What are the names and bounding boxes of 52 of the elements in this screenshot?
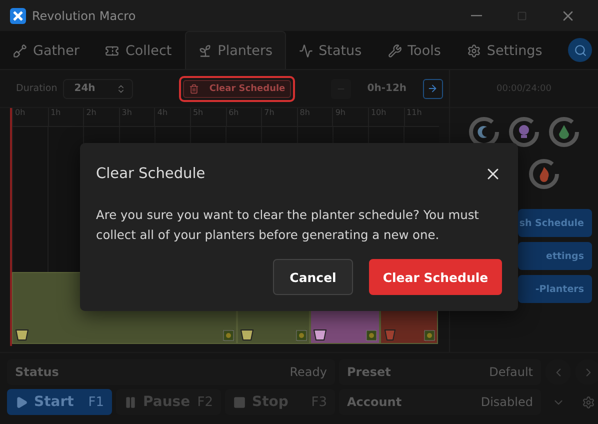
planter-icon bbox=[313, 327, 327, 341]
trash-icon bbox=[189, 84, 200, 94]
range-label: 0h-12h bbox=[367, 83, 407, 94]
dialog-message: Are you sure you want to clear the planter schedule? You must collect all of your planters before generating a new one. bbox=[96, 207, 480, 244]
sprout-icon bbox=[198, 44, 212, 58]
field-icon bbox=[223, 330, 234, 341]
confirm-button[interactable]: Clear Schedule bbox=[369, 259, 502, 295]
tab[interactable]: Collect bbox=[92, 31, 185, 69]
planter-icon bbox=[383, 327, 397, 341]
tab[interactable]: Status bbox=[286, 31, 375, 69]
pause-icon bbox=[124, 396, 137, 408]
side-button[interactable]: ettings bbox=[518, 242, 592, 270]
clear-schedule-button[interactable]: Clear Schedule bbox=[179, 76, 296, 102]
search-button[interactable] bbox=[568, 38, 592, 62]
up-down-icon bbox=[116, 84, 126, 94]
planter-icon bbox=[15, 327, 29, 341]
preset-label: Preset bbox=[347, 365, 391, 379]
tab[interactable]: Tools bbox=[374, 31, 454, 69]
window-title: Revolution Macro bbox=[32, 8, 137, 22]
status-label: Status bbox=[15, 365, 59, 379]
play-icon bbox=[15, 396, 28, 408]
ticket-icon bbox=[105, 44, 120, 58]
field-icon bbox=[296, 330, 307, 341]
square-icon bbox=[517, 10, 527, 20]
side-button[interactable]: -Planters bbox=[518, 275, 592, 303]
settings-icon bbox=[466, 44, 481, 58]
account-value: Disabled bbox=[480, 395, 533, 409]
preset-value: Default bbox=[489, 365, 533, 379]
app-logo bbox=[10, 8, 26, 24]
side-button[interactable]: sh Schedule bbox=[518, 209, 592, 237]
tab[interactable]: Settings bbox=[454, 31, 556, 69]
account-label: Account bbox=[347, 395, 402, 409]
duration-select[interactable]: 24h bbox=[63, 78, 134, 98]
settings-icon bbox=[582, 396, 594, 408]
planter-icon bbox=[240, 327, 254, 341]
tab[interactable]: Gather bbox=[0, 31, 92, 69]
wrench-icon bbox=[388, 44, 402, 58]
minimize-icon bbox=[470, 14, 482, 16]
play-button[interactable]: Start F1 bbox=[7, 389, 112, 415]
stop-icon bbox=[233, 396, 246, 408]
cancel-button[interactable]: Cancel bbox=[273, 259, 353, 295]
next-range-button[interactable] bbox=[422, 78, 443, 98]
pulse-icon bbox=[298, 44, 313, 58]
search-icon bbox=[574, 44, 586, 56]
previous-range-button[interactable] bbox=[331, 78, 352, 98]
dialog-title: Clear Schedule bbox=[96, 166, 206, 182]
tab[interactable]: Planters bbox=[184, 31, 286, 69]
shovel-icon bbox=[13, 44, 27, 58]
field-icon bbox=[366, 330, 377, 341]
field-icon bbox=[424, 330, 435, 341]
status-value: Ready bbox=[290, 365, 327, 379]
arrow-right-icon bbox=[427, 83, 438, 94]
